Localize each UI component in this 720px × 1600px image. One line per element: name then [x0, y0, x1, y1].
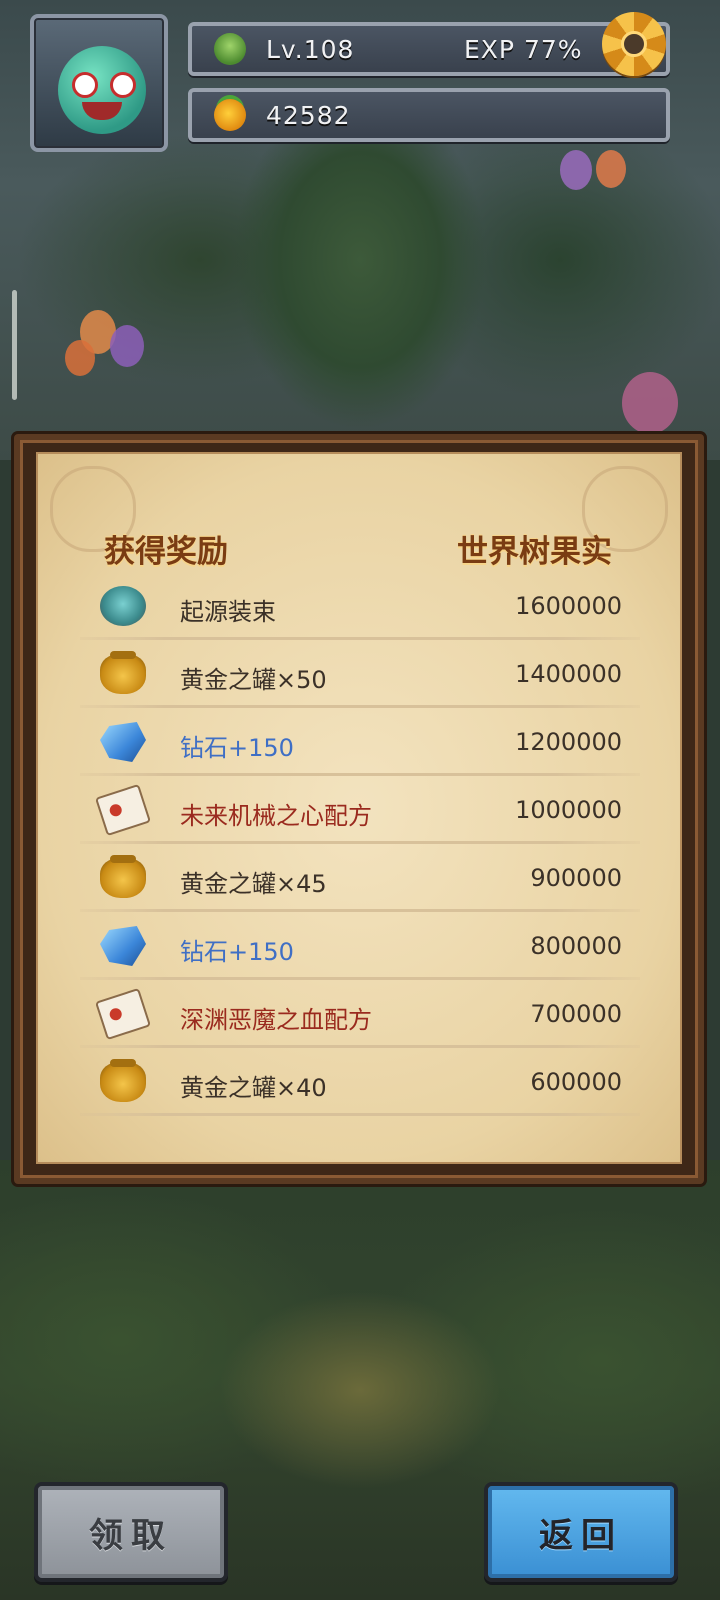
reward-fruit-value: 900000 [530, 864, 622, 892]
reward-name: 钻石+150 [180, 734, 294, 762]
exp-percentage: EXP 77% [464, 35, 583, 64]
reward-fruit-value: 1000000 [515, 796, 622, 824]
reward-row: 钻石+150 1200000 [80, 708, 640, 776]
avatar-character-icon [58, 46, 146, 134]
costume-icon [100, 586, 146, 626]
reward-row: 未来机械之心配方 1000000 [80, 776, 640, 844]
level-exp-bar: Lv.108 EXP 77% [188, 22, 670, 76]
rewards-header: 获得奖励 [104, 534, 228, 570]
reward-list[interactable]: 起源装束 1600000 黄金之罐×50 1400000 钻石+150 1200… [80, 572, 640, 1116]
currency-bar: 42582 [188, 88, 670, 142]
balloon-decoration [65, 340, 95, 376]
recipe-scroll-icon [94, 783, 152, 837]
back-button[interactable]: 返回 [484, 1482, 678, 1582]
claim-button[interactable]: 领取 [34, 1482, 228, 1582]
golden-pot-icon [100, 651, 146, 694]
golden-pot-icon [100, 1059, 146, 1102]
scroll-indicator[interactable] [12, 290, 17, 400]
reward-row: 黄金之罐×45 900000 [80, 844, 640, 912]
reward-name: 起源装束 [180, 598, 276, 626]
balloon-decoration [622, 372, 678, 434]
reward-fruit-value: 1200000 [515, 728, 622, 756]
reward-fruit-value: 600000 [530, 1068, 622, 1096]
reward-name: 黄金之罐×40 [180, 1074, 327, 1102]
reward-name: 深渊恶魔之血配方 [180, 1006, 372, 1034]
reward-row: 黄金之罐×50 1400000 [80, 640, 640, 708]
diamond-icon [100, 722, 146, 762]
reward-fruit-value: 700000 [530, 1000, 622, 1028]
reward-fruit-value: 1600000 [515, 592, 622, 620]
reward-name: 钻石+150 [180, 938, 294, 966]
player-avatar[interactable] [30, 14, 168, 152]
reward-fruit-value: 1400000 [515, 660, 622, 688]
world-tree-icon [214, 33, 246, 65]
reward-name: 黄金之罐×45 [180, 870, 327, 898]
settings-gear-icon[interactable] [602, 12, 666, 76]
reward-row: 黄金之罐×40 600000 [80, 1048, 640, 1116]
fruit-currency-icon [214, 99, 246, 131]
balloon-decoration [110, 325, 144, 367]
player-level: Lv.108 [266, 35, 355, 64]
reward-row: 钻石+150 800000 [80, 912, 640, 980]
reward-name: 黄金之罐×50 [180, 666, 327, 694]
currency-amount: 42582 [266, 101, 351, 130]
diamond-icon [100, 926, 146, 966]
golden-pot-icon [100, 855, 146, 898]
reward-row: 深渊恶魔之血配方 700000 [80, 980, 640, 1048]
reward-row: 起源装束 1600000 [80, 572, 640, 640]
fruit-requirement-header: 世界树果实 [457, 534, 612, 570]
recipe-scroll-icon [94, 987, 152, 1041]
reward-fruit-value: 800000 [530, 932, 622, 960]
balloon-decoration [596, 150, 626, 188]
balloon-decoration [560, 150, 592, 190]
reward-name: 未来机械之心配方 [180, 802, 372, 830]
